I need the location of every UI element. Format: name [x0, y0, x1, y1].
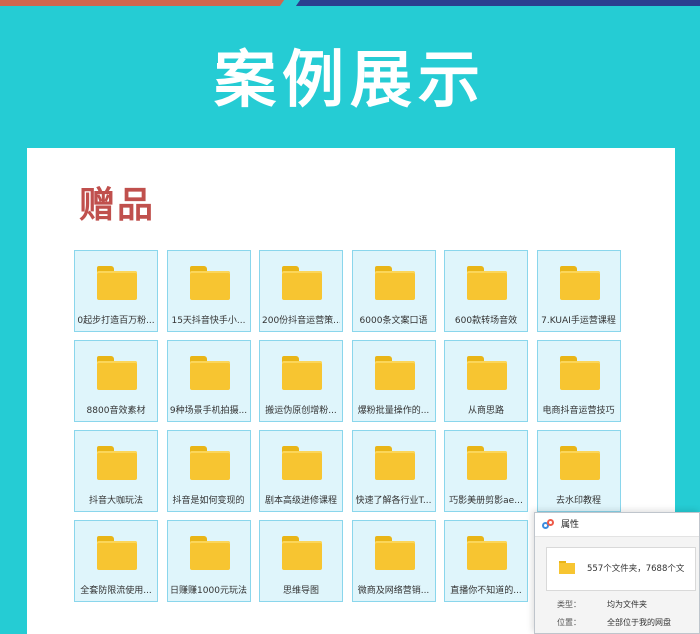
dialog-row-label: 类型：	[557, 600, 581, 609]
folder-icon	[97, 356, 137, 390]
folder-label: 600款转场音效	[454, 316, 518, 326]
folder-tile[interactable]: 抖音大咖玩法	[74, 430, 158, 512]
folder-icon	[189, 536, 230, 570]
page-heading: 案例展示	[213, 43, 486, 116]
folder-label: 15天抖音快手小...	[171, 316, 246, 326]
folder-tile[interactable]: 全套防限流使用...	[74, 520, 158, 602]
folder-label: 快速了解各行业T...	[355, 496, 432, 506]
folder-tile[interactable]: 200份抖音运营策...	[259, 250, 343, 332]
folder-icon	[374, 266, 415, 300]
folder-tile[interactable]: 8800音效素材	[74, 340, 158, 422]
folder-icon	[189, 266, 230, 300]
folder-label: 6000条文案口语	[359, 316, 428, 326]
folder-label: 8800音效素材	[86, 406, 146, 416]
top-decor-strip	[0, 0, 700, 6]
folder-label: 直播你不知道的...	[450, 586, 522, 596]
folder-tile[interactable]: 7.KUAI手运营课程	[536, 250, 621, 332]
folder-tile[interactable]: 剧本高级进修课程	[259, 430, 343, 512]
dialog-row-value: 全部位于我的网盘	[607, 618, 671, 627]
folder-icon	[467, 536, 507, 570]
folder-tile[interactable]: 从商思路	[444, 340, 528, 422]
folder-icon	[559, 561, 575, 574]
folder-tile[interactable]: 电商抖音运营技巧	[536, 340, 621, 422]
dialog-titlebar[interactable]: 属性	[535, 513, 699, 537]
folder-label: 9种场景手机拍摄...	[169, 406, 248, 416]
folder-tile[interactable]: 搬运伪原创增粉...	[259, 340, 343, 422]
dialog-title: 属性	[561, 520, 580, 530]
dialog-row-value: 均为文件夹	[607, 600, 647, 609]
folder-icon	[374, 536, 415, 570]
folder-icon	[467, 356, 507, 390]
folder-label: 抖音是如何变现的	[172, 496, 245, 506]
top-decor-strip-slash	[279, 0, 301, 6]
folder-icon	[559, 266, 600, 300]
folder-label: 抖音大咖玩法	[88, 496, 143, 506]
folder-label: 200份抖音运营策...	[262, 316, 340, 326]
folder-icon	[559, 446, 600, 480]
folder-icon	[97, 536, 137, 570]
folder-label: 思维导图	[282, 586, 319, 596]
folder-icon	[282, 266, 322, 300]
folder-tile[interactable]: 抖音是如何变现的	[166, 430, 251, 512]
folder-tile[interactable]: 爆粉批量操作的...	[351, 340, 436, 422]
dialog-row-type: 类型： 均为文件夹	[557, 599, 647, 611]
baidu-netdisk-icon	[542, 519, 555, 531]
folder-tile[interactable]: 微商及网络营销...	[351, 520, 436, 602]
folder-icon	[282, 356, 322, 390]
properties-dialog: 属性 557个文件夹，7688个文 类型： 均为文件夹 位置： 全部位于我的网盘	[534, 512, 700, 634]
folder-icon	[282, 446, 322, 480]
folder-label: 0起步打造百万粉...	[77, 316, 155, 326]
folder-icon	[374, 446, 415, 480]
dialog-row-location: 位置： 全部位于我的网盘	[557, 617, 671, 629]
folder-label: 电商抖音运营技巧	[542, 406, 615, 416]
folder-icon	[97, 266, 137, 300]
folder-tile[interactable]: 思维导图	[259, 520, 343, 602]
folder-icon	[189, 356, 230, 390]
folder-label: 巧影美册剪影ae...	[449, 496, 523, 506]
folder-tile[interactable]: 600款转场音效	[444, 250, 528, 332]
folder-label: 去水印教程	[555, 496, 601, 506]
folder-tile[interactable]: 15天抖音快手小...	[166, 250, 251, 332]
section-title: 赠品	[79, 185, 156, 226]
folder-label: 7.KUAI手运营课程	[541, 316, 616, 326]
folder-label: 从商思路	[467, 406, 504, 416]
folder-icon	[467, 446, 507, 480]
folder-tile[interactable]: 直播你不知道的...	[444, 520, 528, 602]
folder-label: 全套防限流使用...	[80, 586, 152, 596]
folder-icon	[282, 536, 322, 570]
folder-tile[interactable]: 9种场景手机拍摄...	[166, 340, 251, 422]
folder-icon	[189, 446, 230, 480]
folder-label: 爆粉批量操作的...	[357, 406, 430, 416]
folder-tile[interactable]: 6000条文案口语	[351, 250, 436, 332]
folder-label: 日赚赚1000元玩法	[170, 586, 247, 596]
dialog-summary-box: 557个文件夹，7688个文	[546, 547, 696, 591]
folder-tile[interactable]: 巧影美册剪影ae...	[444, 430, 528, 512]
top-decor-strip-red	[0, 0, 290, 6]
folder-tile[interactable]: 0起步打造百万粉...	[74, 250, 158, 332]
folder-label: 搬运伪原创增粉...	[265, 406, 337, 416]
folder-tile[interactable]: 快速了解各行业T...	[351, 430, 436, 512]
folder-icon	[97, 446, 137, 480]
folder-label: 微商及网络营销...	[357, 586, 430, 596]
folder-icon	[467, 266, 507, 300]
dialog-summary: 557个文件夹，7688个文	[587, 564, 685, 574]
folder-icon	[559, 356, 600, 390]
folder-tile[interactable]: 日赚赚1000元玩法	[166, 520, 251, 602]
folder-tile[interactable]: 去水印教程	[536, 430, 621, 512]
folder-label: 剧本高级进修课程	[264, 496, 337, 506]
dialog-row-label: 位置：	[557, 618, 581, 627]
folder-icon	[374, 356, 415, 390]
